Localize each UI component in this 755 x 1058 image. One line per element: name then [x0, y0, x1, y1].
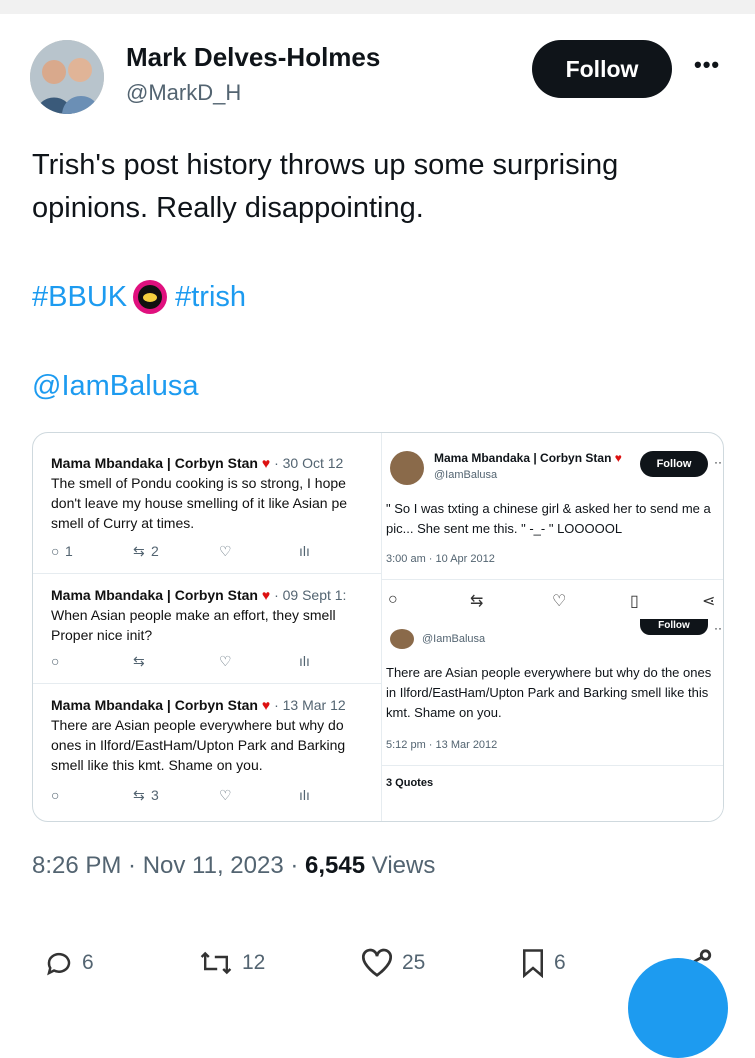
heart-icon — [362, 948, 392, 977]
bookmark-icon — [523, 949, 543, 978]
reply-count: 6 — [82, 951, 94, 974]
timestamp: 8:26 PM · Nov 11, 2023 · 6,545 Views — [32, 852, 436, 879]
retweet-count: 12 — [242, 951, 266, 974]
retweet-count: 2 — [151, 543, 159, 559]
more-options-icon[interactable]: ••• — [694, 52, 720, 78]
inner-handle: @IamBalusa — [422, 633, 486, 645]
embedded-author: Mama Mbandaka | Corbyn Stan — [51, 455, 258, 471]
embedded-right-meta: 3:00 am · 10 Apr 2012 — [386, 553, 495, 565]
embedded-line: ones in Ilford/EastHam/Upton Park and Ba… — [51, 737, 346, 753]
embedded-screenshot[interactable]: Mama Mbandaka | Corbyn Stan ♥ · 30 Oct 1… — [32, 432, 724, 822]
embedded-line: smell like this kmt. Shame on you. — [51, 757, 263, 773]
embedded-follow-button: Follow — [640, 451, 708, 477]
embedded-avatar — [390, 451, 424, 485]
views-icon: ılı — [299, 653, 310, 669]
compose-fab[interactable] — [628, 958, 728, 1058]
like-icon: ♡ — [219, 787, 232, 803]
bookmark-button[interactable]: 6 — [520, 948, 566, 978]
follow-button[interactable]: Follow — [532, 40, 672, 98]
reply-icon: ○ — [388, 591, 398, 608]
embedded-right-actions: ○ ⇆ ♡ ▯ ⋖ — [386, 591, 716, 613]
reply-icon: ○ — [51, 543, 60, 559]
big-brother-eye-icon — [133, 280, 168, 314]
views-icon: ılı — [299, 543, 310, 559]
embedded-line: The smell of Pondu cooking is so strong,… — [51, 475, 346, 491]
embedded-left-pane: Mama Mbandaka | Corbyn Stan ♥ · 30 Oct 1… — [33, 433, 381, 821]
embedded-line: When Asian people make an effort, they s… — [51, 607, 336, 623]
embedded-line: Proper nice init? — [51, 627, 153, 643]
embedded-date: · 30 Oct 12 — [274, 455, 344, 471]
views-icon: ılı — [299, 787, 310, 803]
bookmark-count: 6 — [554, 951, 566, 974]
retweet-icon: ⇆ — [470, 593, 484, 610]
embedded-line: don't leave my house smelling of it like… — [51, 495, 348, 511]
heart-emoji-icon: ♥ — [261, 455, 271, 471]
retweet-count: 3 — [151, 787, 159, 803]
divider — [382, 579, 723, 580]
embedded-date: · 09 Sept 1: — [274, 587, 347, 603]
retweet-button[interactable]: 12 — [198, 948, 265, 978]
reply-icon — [47, 952, 71, 976]
embedded-actions: ○ ⇆ ♡ ılı — [51, 653, 351, 675]
hashtags: #BBUK #trish — [32, 280, 246, 314]
embedded-right-handle: @IamBalusa — [434, 469, 498, 481]
embedded-tweet: Mama Mbandaka | Corbyn Stan ♥ · 30 Oct 1… — [51, 453, 381, 533]
tweet-text: Trish's post history throws up some surp… — [32, 149, 619, 224]
heart-emoji-icon: ♥ — [261, 587, 271, 603]
reply-button[interactable]: 6 — [44, 948, 94, 978]
hashtag-trish[interactable]: #trish — [175, 281, 246, 314]
embedded-author: Mama Mbandaka | Corbyn Stan — [51, 587, 258, 603]
embedded-tweet: Mama Mbandaka | Corbyn Stan ♥ · 13 Mar 1… — [51, 695, 381, 775]
reply-icon: ○ — [51, 787, 60, 803]
embedded-right-author: Mama Mbandaka | Corbyn Stan ♥ — [434, 451, 622, 465]
embedded-more-icon: ··· — [714, 455, 723, 469]
inner-more-icon: ··· — [714, 621, 723, 635]
embedded-inner-tweet: @IamBalusa Follow ··· There are Asian pe… — [382, 619, 723, 821]
like-count: 25 — [402, 951, 426, 974]
embedded-actions: ○ 1 ⇆ 2 ♡ ılı — [51, 543, 351, 565]
inner-meta: 5:12 pm · 13 Mar 2012 — [386, 739, 498, 751]
inner-quotes: 3 Quotes — [386, 777, 434, 789]
retweet-icon — [200, 951, 232, 975]
embedded-author: Mama Mbandaka | Corbyn Stan — [51, 697, 258, 713]
retweet-icon: ⇆ — [133, 787, 145, 803]
divider — [33, 573, 381, 574]
inner-follow-button: Follow — [640, 619, 708, 635]
mention-link[interactable]: @IamBalusa — [32, 370, 198, 403]
embedded-right-pane: Mama Mbandaka | Corbyn Stan ♥ @IamBalusa… — [381, 433, 723, 821]
divider — [382, 765, 723, 766]
embedded-line: There are Asian people everywhere but wh… — [51, 717, 344, 733]
embedded-date: · 13 Mar 12 — [274, 697, 346, 713]
like-icon: ♡ — [219, 543, 232, 559]
heart-emoji-icon: ♥ — [261, 697, 271, 713]
bookmark-icon: ▯ — [630, 593, 639, 610]
like-icon: ♡ — [552, 593, 567, 610]
reply-count: 1 — [65, 543, 73, 559]
inner-text: There are Asian people everywhere but wh… — [386, 665, 712, 720]
embedded-right-text: " So I was txting a chinese girl & asked… — [386, 501, 711, 536]
top-bar — [0, 0, 755, 14]
divider — [33, 683, 381, 684]
embedded-actions: ○ ⇆ 3 ♡ ılı — [51, 787, 351, 809]
embedded-tweet: Mama Mbandaka | Corbyn Stan ♥ · 09 Sept … — [51, 585, 381, 645]
share-icon: ⋖ — [702, 593, 716, 610]
embedded-line: smell of Curry at times. — [51, 515, 195, 531]
retweet-icon: ⇆ — [133, 543, 145, 559]
views-count: 6,545 — [305, 852, 366, 879]
retweet-icon: ⇆ — [133, 653, 145, 669]
display-name[interactable]: Mark Delves-Holmes — [126, 42, 380, 73]
hashtag-bbuk[interactable]: #BBUK — [32, 281, 127, 314]
like-button[interactable]: 25 — [360, 948, 425, 978]
user-handle[interactable]: @MarkD_H — [126, 80, 241, 106]
avatar[interactable] — [30, 40, 104, 114]
reply-icon: ○ — [51, 653, 60, 669]
like-icon: ♡ — [219, 653, 232, 669]
inner-avatar — [390, 629, 414, 649]
